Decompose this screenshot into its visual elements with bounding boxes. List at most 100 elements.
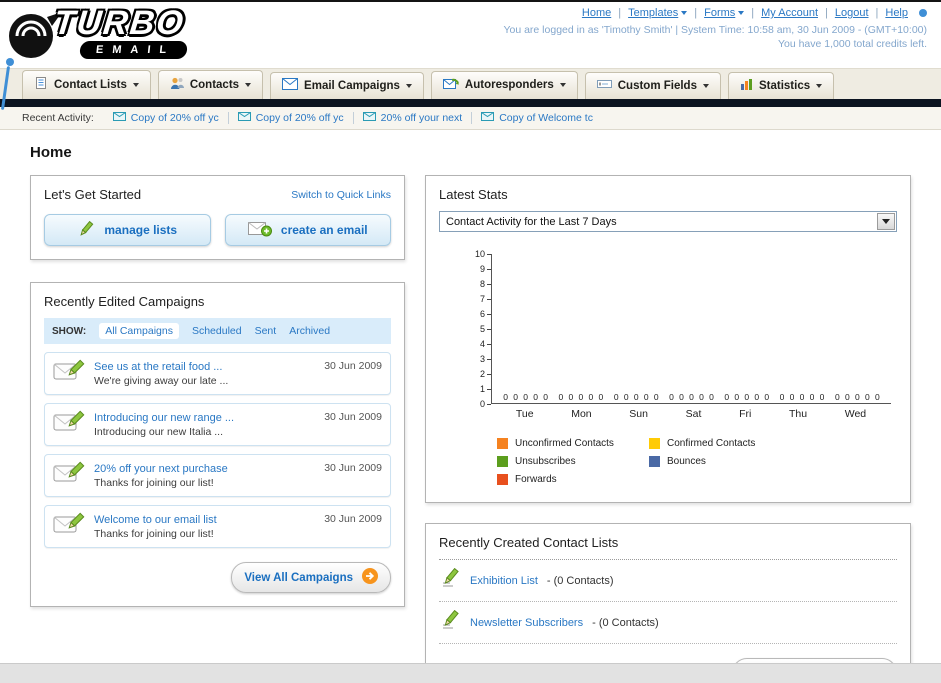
chart-plot: 00000000000000000000000000000000000 [491,254,891,404]
campaign-subtitle: Thanks for joining our list! [94,527,214,540]
top-header: TURBO EMAIL Home | Templates | Forms | My A… [0,2,941,110]
recent-activity-text: Copy of Welcome tc [499,112,593,124]
filter-archived[interactable]: Archived [289,325,330,337]
recent-activity-link[interactable]: 20% off your next [354,112,473,124]
nav-help-link[interactable]: Help [878,7,915,19]
filter-all-campaigns[interactable]: All Campaigns [99,323,179,339]
latest-stats-panel: Latest Stats Contact Activity for the La… [425,175,911,503]
main-nav-tabbar: Contact Lists Contacts Email Campaigns A… [0,68,941,99]
campaign-row[interactable]: See us at the retail food ... We're givi… [44,352,391,395]
campaigns-filter-bar: SHOW: All Campaigns Scheduled Sent Archi… [44,318,391,344]
custom-fields-icon [596,78,612,93]
bar-value-label: 0 [633,392,639,402]
tab-autoresponders[interactable]: Autoresponders [430,71,578,99]
get-started-title: Let's Get Started [44,187,142,202]
legend-label: Confirmed Contacts [667,438,756,449]
nav-templates-link[interactable]: Templates [621,7,694,19]
recent-activity-link[interactable]: Copy of 20% off yc [104,112,229,124]
campaign-subtitle: Thanks for joining our list! [94,476,214,489]
contact-list-link[interactable]: Exhibition List [470,575,538,587]
decoration-dot [919,9,927,17]
turbo-email-logo: TURBO EMAIL [6,4,189,67]
campaign-row[interactable]: Introducing our new range ... Introducin… [44,403,391,446]
nav-home-link[interactable]: Home [575,7,618,19]
tab-contacts[interactable]: Contacts [157,70,264,99]
campaign-row[interactable]: Welcome to our email list Thanks for joi… [44,505,391,548]
contact-list-count: - (0 Contacts) [592,616,659,629]
chevron-down-icon [132,82,139,87]
campaign-subtitle: Introducing our new Italia ... [94,425,223,438]
envelope-pencil-icon [53,409,85,440]
contact-activity-bar-chart: 10 9 8 7 6 5 4 3 2 1 0 000000000000000000000000000… [467,249,891,485]
tab-label: Email Campaigns [304,79,400,92]
campaign-date: 30 Jun 2009 [324,462,382,474]
bar-group: 00000 [832,392,882,403]
envelope-icon [481,112,495,124]
bar-value-label: 0 [764,392,770,402]
bar-value-label: 0 [543,392,548,402]
chart-legend: Unconfirmed Contacts Confirmed Contacts Un… [497,438,891,485]
recent-activity-text: Copy of 20% off yc [255,112,344,124]
view-all-campaigns-button[interactable]: View All Campaigns [231,562,391,593]
manage-lists-button[interactable]: manage lists [44,214,211,246]
contact-lists-title: Recently Created Contact Lists [439,535,619,550]
bar-value-label: 0 [643,392,649,402]
legend-swatch [649,456,660,467]
x-axis-label: Thu [788,408,808,420]
page-title: Home [30,144,72,161]
recent-activity-link[interactable]: Copy of 20% off yc [229,112,354,124]
main-content: Home Let's Get Started Switch to Quick L… [0,130,941,683]
legend-item: Unsubscribes [497,456,649,467]
contact-list-link[interactable]: Newsletter Subscribers [470,617,583,629]
nav-my-account-link[interactable]: My Account [754,7,825,19]
bar-group: 00000 [501,392,551,403]
arrow-right-icon [362,568,378,587]
filter-sent[interactable]: Sent [255,325,277,337]
manage-lists-label: manage lists [104,223,178,237]
tab-custom-fields[interactable]: Custom Fields [584,72,721,99]
nav-forms-link[interactable]: Forms [697,7,751,19]
logo-tail-dot [6,58,14,66]
campaign-title-link[interactable]: See us at the retail food ... [94,361,315,373]
create-email-button[interactable]: create an email [224,214,391,246]
stats-period-select[interactable]: Contact Activity for the Last 7 Days [439,211,897,232]
email-campaigns-icon [282,78,299,93]
recent-activity-link[interactable]: Copy of Welcome tc [472,112,602,124]
tab-statistics[interactable]: Statistics [727,72,835,99]
bar-value-label: 0 [809,392,815,402]
legend-swatch [497,474,508,485]
bar-value-label: 0 [734,392,740,402]
bar-value-label: 0 [864,392,870,402]
filter-scheduled[interactable]: Scheduled [192,325,242,337]
campaign-title-link[interactable]: Welcome to our email list [94,514,315,526]
bar-value-label: 0 [679,392,684,402]
bar-value-label: 0 [799,392,805,402]
credits-text: You have 1,000 total credits left. [777,38,927,50]
recent-activity-bar: Recent Activity: Copy of 20% off yc Copy… [0,107,941,130]
bar-value-label: 0 [613,392,619,402]
switch-quick-links[interactable]: Switch to Quick Links [291,189,391,201]
legend-label: Bounces [667,456,706,467]
legend-swatch [497,438,508,449]
contact-list-row[interactable]: Exhibition List - (0 Contacts) [439,560,897,602]
tab-email-campaigns[interactable]: Email Campaigns [270,72,424,99]
campaign-title-link[interactable]: 20% off your next purchase [94,463,315,475]
envelope-icon [362,112,376,124]
login-info-text: You are logged in as 'Timothy Smith' | S… [503,24,927,36]
contact-list-row[interactable]: Newsletter Subscribers - (0 Contacts) [439,602,897,644]
nav-logout-link[interactable]: Logout [828,7,876,19]
legend-label: Forwards [515,474,557,485]
chevron-down-icon [877,213,895,230]
bar-value-label: 0 [699,392,704,402]
bar-value-label: 0 [558,392,564,402]
bar-value-label: 0 [653,392,659,402]
campaign-row[interactable]: 20% off your next purchase Thanks for jo… [44,454,391,497]
tab-contact-lists[interactable]: Contact Lists [22,70,151,99]
legend-item: Confirmed Contacts [649,438,801,449]
x-axis-label: Sun [629,408,648,420]
bar-value-label: 0 [834,392,840,402]
campaign-title-link[interactable]: Introducing our new range ... [94,412,315,424]
envelope-icon [112,112,126,124]
tab-label: Contact Lists [54,78,127,91]
bar-value-label: 0 [874,392,880,402]
